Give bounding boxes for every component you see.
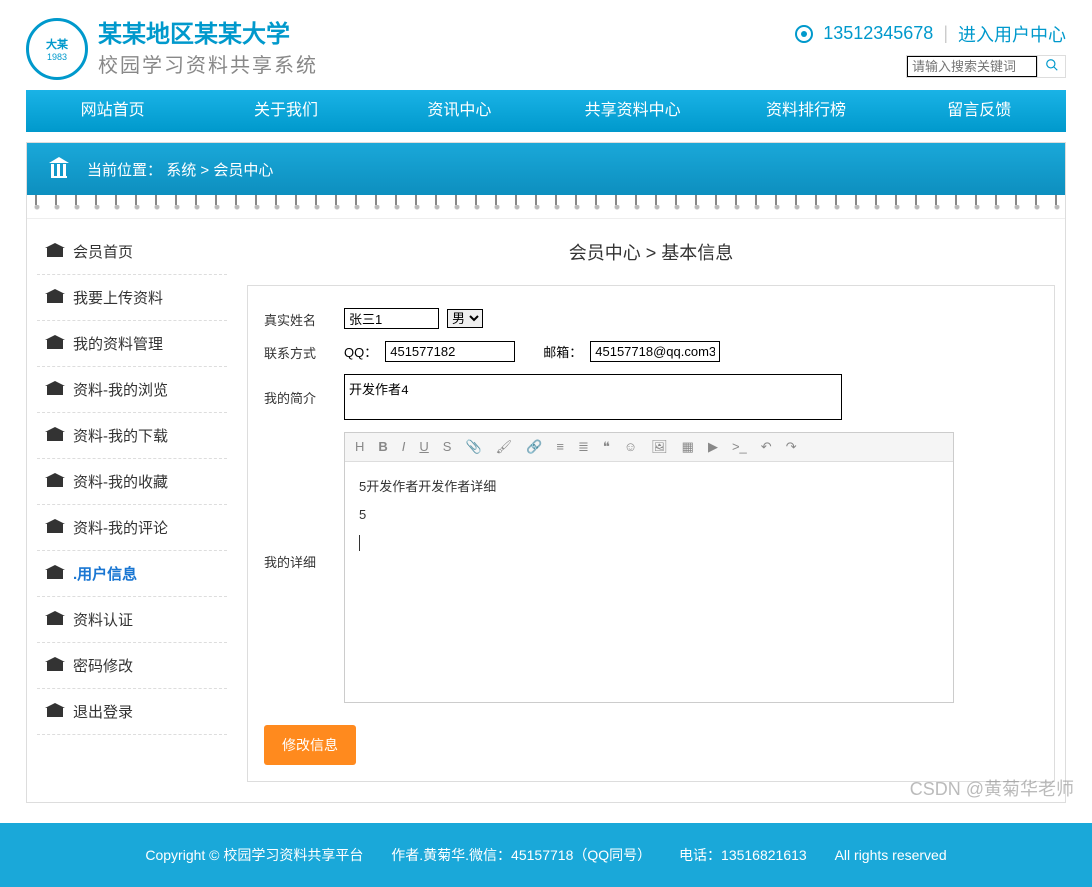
nav-home[interactable]: 网站首页 — [26, 90, 199, 132]
search-box — [906, 55, 1066, 78]
italic-icon[interactable]: I — [402, 439, 406, 455]
cap-icon — [47, 707, 63, 717]
sidebar-item-browse[interactable]: 资料-我的浏览 — [37, 367, 227, 413]
sidebar-item-logout[interactable]: 退出登录 — [37, 689, 227, 735]
footer-copyright: Copyright © 校园学习资料共享平台 — [145, 847, 363, 863]
page-title: 会员中心 > 基本信息 — [247, 229, 1055, 285]
sidebar-item-password[interactable]: 密码修改 — [37, 643, 227, 689]
gender-select[interactable]: 男 — [447, 309, 483, 328]
table-icon[interactable]: ▦ — [682, 439, 694, 455]
code-icon[interactable]: >_ — [732, 439, 747, 455]
video-icon[interactable]: ▶ — [708, 439, 718, 455]
phone-target-icon — [795, 25, 813, 43]
cap-icon — [47, 569, 63, 579]
redo-icon[interactable]: ↷ — [786, 439, 797, 455]
label-detail: 我的详细 — [264, 432, 344, 571]
brush-icon[interactable]: 🖌 — [496, 439, 513, 455]
sidebar-item-userinfo[interactable]: .用户信息 — [37, 551, 227, 597]
label-contact: 联系方式 — [264, 341, 344, 362]
contact-phone: 13512345678 — [823, 23, 933, 44]
cap-icon — [47, 293, 63, 303]
sidebar-item-download[interactable]: 资料-我的下载 — [37, 413, 227, 459]
cap-icon — [47, 477, 63, 487]
text-cursor — [359, 535, 360, 551]
footer-tel: 电话：13516821613 — [679, 847, 807, 863]
label-qq: QQ： — [344, 342, 377, 361]
nav-share-center[interactable]: 共享资料中心 — [546, 90, 719, 132]
strike-icon[interactable]: S — [443, 439, 452, 455]
form-panel: 真实姓名 男 联系方式 QQ： 邮箱： — [247, 285, 1055, 782]
cap-icon — [47, 431, 63, 441]
cap-icon — [47, 615, 63, 625]
sidebar-item-verify[interactable]: 资料认证 — [37, 597, 227, 643]
cap-icon — [47, 247, 63, 257]
rich-editor: H B I U S 📎 🖌 🔗 ≡ ≣ — [344, 432, 954, 703]
site-logo: 大某 1983 某某地区某某大学 校园学习资料共享系统 — [26, 18, 318, 80]
undo-icon[interactable]: ↶ — [761, 439, 772, 455]
image-icon[interactable]: 🖼 — [651, 439, 668, 455]
site-subtitle: 校园学习资料共享系统 — [98, 52, 318, 80]
nav-about[interactable]: 关于我们 — [199, 90, 372, 132]
breadcrumb-member[interactable]: 会员中心 — [213, 162, 273, 179]
cap-icon — [47, 385, 63, 395]
heading-icon[interactable]: H — [355, 439, 364, 455]
email-input[interactable] — [590, 341, 720, 362]
university-seal-icon: 大某 1983 — [26, 18, 88, 80]
editor-toolbar: H B I U S 📎 🖌 🔗 ≡ ≣ — [345, 433, 953, 462]
footer-author: 作者.黄菊华.微信：45157718（QQ同号） — [391, 847, 651, 863]
brief-textarea[interactable] — [344, 374, 842, 420]
label-brief: 我的简介 — [264, 374, 344, 407]
editor-content[interactable]: 5开发作者开发作者详细 5 — [345, 462, 953, 702]
sidebar-item-comment[interactable]: 资料-我的评论 — [37, 505, 227, 551]
cap-icon — [47, 523, 63, 533]
underline-icon[interactable]: U — [419, 439, 428, 455]
attachment-icon[interactable]: 📎 — [465, 439, 481, 455]
footer: Copyright © 校园学习资料共享平台 作者.黄菊华.微信：4515771… — [0, 823, 1092, 887]
footer-rights: All rights reserved — [835, 847, 947, 863]
search-button[interactable] — [1037, 56, 1065, 77]
search-icon — [1045, 58, 1059, 72]
align-icon[interactable]: ≣ — [578, 439, 589, 455]
nav-news[interactable]: 资讯中心 — [373, 90, 546, 132]
label-realname: 真实姓名 — [264, 308, 344, 329]
nav-ranking[interactable]: 资料排行榜 — [719, 90, 892, 132]
link-icon[interactable]: 🔗 — [526, 439, 542, 455]
cap-icon — [47, 661, 63, 671]
sidebar-item-home[interactable]: 会员首页 — [37, 229, 227, 275]
qq-input[interactable] — [385, 341, 515, 362]
user-center-link[interactable]: 进入用户中心 — [958, 21, 1066, 47]
main-nav: 网站首页 关于我们 资讯中心 共享资料中心 资料排行榜 留言反馈 — [26, 90, 1066, 132]
sidebar: 会员首页 我要上传资料 我的资料管理 资料-我的浏览 资料-我的下载 资料-我的… — [37, 229, 227, 782]
separator: | — [943, 23, 948, 44]
bold-icon[interactable]: B — [378, 439, 387, 455]
institution-icon — [47, 157, 71, 181]
breadcrumb: 当前位置： 系统 > 会员中心 — [27, 143, 1065, 195]
spiral-binding-decoration — [27, 195, 1065, 219]
nav-feedback[interactable]: 留言反馈 — [893, 90, 1066, 132]
emoji-icon[interactable]: ☺ — [624, 439, 637, 455]
label-email: 邮箱： — [543, 342, 582, 361]
submit-button[interactable]: 修改信息 — [264, 725, 356, 765]
sidebar-item-manage[interactable]: 我的资料管理 — [37, 321, 227, 367]
breadcrumb-system[interactable]: 系统 — [166, 162, 196, 179]
sidebar-item-upload[interactable]: 我要上传资料 — [37, 275, 227, 321]
search-input[interactable] — [907, 56, 1037, 77]
sidebar-item-favorite[interactable]: 资料-我的收藏 — [37, 459, 227, 505]
list-icon[interactable]: ≡ — [556, 439, 564, 455]
cap-icon — [47, 339, 63, 349]
realname-input[interactable] — [344, 308, 439, 329]
site-title: 某某地区某某大学 — [98, 18, 318, 52]
quote-icon[interactable]: ❝ — [603, 439, 610, 455]
